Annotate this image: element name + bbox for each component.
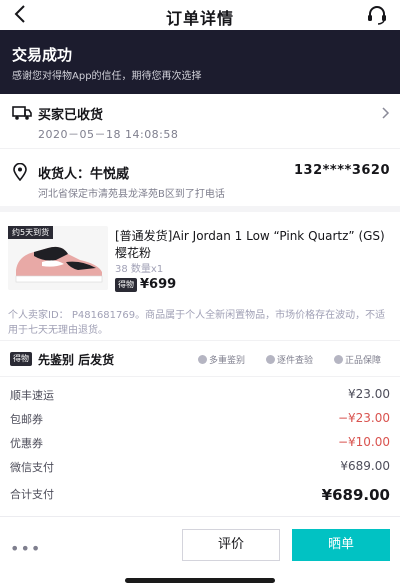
- product-card[interactable]: 约5天到货 [普通发货]Air Jordan 1 Low “Pink Quart…: [0, 212, 400, 352]
- product-price: ¥699: [140, 277, 177, 292]
- total-label: 合计支付: [10, 488, 54, 501]
- fee-value: −¥23.00: [337, 411, 390, 425]
- delivery-time-tag: 约5天到货: [8, 226, 54, 239]
- fee-label: 顺丰速运: [10, 389, 54, 402]
- location-pin-icon: [13, 163, 27, 181]
- fee-label: 微信支付: [10, 461, 54, 474]
- total-value: ¥689.00: [321, 486, 390, 504]
- verify-title: 先鉴别 后发货: [38, 353, 115, 367]
- seller-notice: 个人卖家ID： P481681769。商品属于个人全新闲置物品，市场价格存在波动…: [8, 310, 386, 336]
- verify-feature-label: 多重鉴别: [209, 356, 246, 366]
- status-banner: 交易成功 感谢您对得物App的信任，期待您再次选择: [0, 30, 400, 94]
- product-name: [普通发货]Air Jordan 1 Low “Pink Quartz” (GS…: [115, 229, 385, 260]
- chevron-right-icon: [382, 107, 390, 119]
- shield-icon: [334, 355, 343, 364]
- receiver-name: 收货人：牛悦威: [38, 167, 130, 182]
- share-button[interactable]: 晒单: [292, 529, 390, 561]
- more-icon[interactable]: •••: [10, 539, 41, 558]
- page-title: 订单详情: [165, 9, 234, 28]
- verify-feature-label: 正品保障: [345, 356, 382, 366]
- person-icon: [198, 355, 207, 364]
- receiver-address: 河北省保定市清苑县龙泽苑B区到了打电话: [38, 189, 225, 200]
- nav-bar: 订单详情: [0, 0, 400, 30]
- receiver-phone: 132****3620: [293, 163, 390, 178]
- truck-icon: [12, 106, 32, 120]
- check-icon: [266, 355, 275, 364]
- review-button[interactable]: 评价: [182, 529, 280, 561]
- bottom-action-bar: ••• 评价 晒单: [0, 516, 400, 583]
- shipping-time: 2020－05－18 14:08:58: [38, 128, 179, 141]
- address-card: 收货人：牛悦威 132****3620 河北省保定市清苑县龙泽苑B区到了打电话: [0, 148, 400, 206]
- home-indicator: [125, 578, 275, 583]
- fee-value: ¥689.00: [340, 459, 390, 473]
- status-title: 交易成功: [12, 46, 73, 64]
- product-spec: 38 数量x1: [115, 264, 164, 275]
- fee-value: ¥23.00: [348, 387, 390, 401]
- status-subtitle: 感谢您对得物App的信任，期待您再次选择: [12, 71, 202, 82]
- fee-summary: 顺丰速运 ¥23.00 包邮券 −¥23.00 优惠券 −¥10.00 微信支付…: [0, 376, 400, 516]
- verify-feature: 多重鉴别: [198, 353, 245, 366]
- shipping-status-card[interactable]: 买家已收货 2020－05－18 14:08:58: [0, 94, 400, 148]
- shipping-status: 买家已收货: [38, 108, 104, 123]
- verify-feature-label: 逐件查验: [277, 356, 314, 366]
- fee-value: −¥10.00: [337, 435, 390, 449]
- brand-badge: 得物: [115, 278, 137, 292]
- verify-feature: 正品保障: [334, 353, 381, 366]
- fee-label: 包邮券: [10, 413, 43, 426]
- customer-service-icon[interactable]: [366, 5, 388, 25]
- verify-banner: 得物 先鉴别 后发货 多重鉴别 逐件查验 正品保障: [0, 340, 400, 376]
- fee-label: 优惠券: [10, 437, 43, 450]
- brand-badge: 得物: [10, 352, 32, 366]
- verify-feature: 逐件查验: [266, 353, 313, 366]
